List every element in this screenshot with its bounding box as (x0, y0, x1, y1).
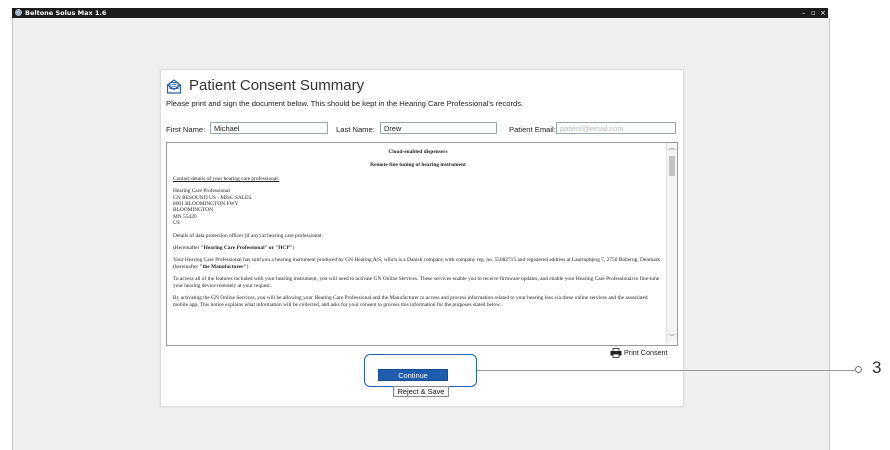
scroll-down-icon[interactable]: ﹀ (668, 333, 676, 342)
para1-post: ) (246, 263, 249, 270)
minimize-button[interactable]: – (802, 8, 806, 18)
continue-button[interactable]: Continue (378, 369, 448, 381)
address-line: BLOOMINGTON (173, 207, 214, 214)
close-button[interactable]: × (820, 8, 826, 18)
first-name-label: First Name: (166, 125, 206, 134)
paragraph-manufacturer: Your Hearing Care Professional has sold … (173, 257, 663, 270)
address-block: Hearing Care Professional GN RESOUND US … (173, 188, 663, 226)
contact-heading: Contact details of your hearing care pro… (173, 175, 280, 182)
address-line: MN 55420 (173, 213, 197, 220)
scroll-up-icon[interactable]: ︿ (668, 144, 676, 153)
title-bar: Beltone Solus Max 1.6 – ▫ × (12, 8, 828, 18)
patient-email-label: Patient Email: (509, 125, 556, 134)
address-line: 8001 BLOOMINGTON FWY (173, 201, 239, 208)
callout-number: 3 (872, 358, 882, 377)
hcp-pre: (Hereinafter (173, 245, 201, 252)
consent-document[interactable]: Cloud-enabled dispensers Remote fine tun… (166, 142, 678, 346)
dpo-line: Details of data protection officer (if a… (173, 232, 323, 239)
patient-email-field[interactable]: patient@email.com (556, 122, 676, 134)
page-title: Patient Consent Summary (189, 77, 365, 94)
app-icon (15, 9, 22, 16)
manufacturer-term: "the Manufacturer" (199, 263, 247, 270)
last-name-field[interactable]: Drew (380, 122, 497, 134)
callout-dot (855, 366, 862, 373)
print-consent-label: Print Consent (624, 348, 668, 357)
reject-and-save-button[interactable]: Reject & Save (393, 386, 449, 397)
document-subtitle: Remote fine tuning of hearing instrument (370, 162, 466, 169)
last-name-label: Last Name: (336, 125, 375, 134)
hcp-definition: (Hereinafter "Hearing Care Professional"… (173, 245, 663, 251)
hcp-term: "Hearing Care Professional" or "HCP" (200, 245, 293, 252)
printer-icon (610, 348, 622, 358)
address-line: Hearing Care Professional (173, 188, 230, 195)
paragraph-online-services: To access all of the features included w… (173, 276, 660, 289)
document-scrollbar[interactable]: ︿ ﹀ (666, 143, 677, 343)
page-instructions: Please print and sign the document below… (166, 99, 524, 108)
address-line: US (173, 220, 180, 227)
address-line: GN RESOUND US - MISC SALES (173, 194, 252, 201)
consent-envelope-icon (166, 79, 182, 94)
document-content: Cloud-enabled dispensers Remote fine tun… (173, 149, 663, 314)
first-name-field[interactable]: Michael (210, 122, 328, 134)
maximize-button[interactable]: ▫ (811, 8, 816, 18)
hcp-post: ) (292, 245, 295, 252)
scrollbar-thumb[interactable] (669, 156, 675, 176)
window-title: Beltone Solus Max 1.6 (25, 9, 107, 17)
document-title: Cloud-enabled dispensers (388, 149, 448, 155)
paragraph-activation: By activating the GN Online Services, yo… (173, 295, 648, 308)
callout-line (477, 370, 855, 371)
